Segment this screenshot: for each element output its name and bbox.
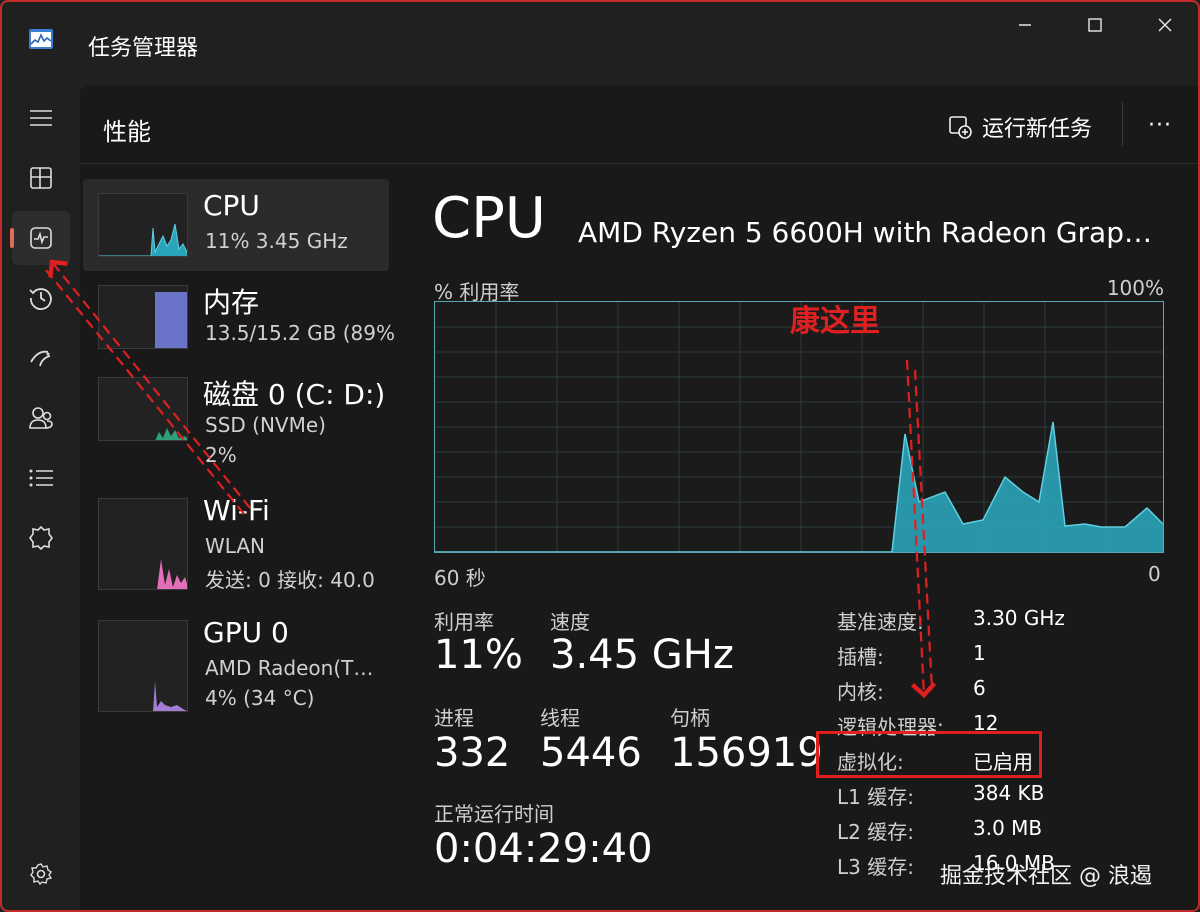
cpu-model-name: AMD Ryzen 5 6600H with Radeon Graphics — [578, 216, 1168, 249]
device-detail: 13.5/15.2 GB (89% — [205, 321, 395, 345]
spec-value: 1 — [973, 641, 986, 665]
watermark: 掘金技术社区 @ 浪遏 — [940, 864, 1152, 889]
minimize-icon — [1019, 24, 1031, 26]
spec-label: L3 缓存: — [837, 855, 914, 879]
nav-settings[interactable] — [12, 847, 70, 901]
page-title: 性能 — [103, 118, 151, 146]
maximize-button[interactable] — [1072, 10, 1118, 40]
spec-value: 3.30 GHz — [973, 606, 1065, 630]
services-icon — [29, 525, 53, 551]
active-indicator — [10, 228, 14, 248]
threads-label: 线程 — [540, 706, 580, 730]
graph-time-label: 60 秒 — [434, 566, 486, 590]
nav-processes[interactable] — [12, 151, 70, 205]
utilization-max-label: 100% — [1106, 276, 1164, 300]
close-icon — [1158, 18, 1172, 32]
wifi-thumbnail-graph — [98, 498, 188, 590]
page-header: 性能 运行新任务 ··· — [80, 86, 1198, 164]
device-detail: 2% — [205, 443, 237, 467]
device-detail: AMD Radeon(T… — [205, 656, 374, 680]
spec-label: L2 缓存: — [837, 820, 914, 844]
device-detail: WLAN — [205, 534, 266, 558]
spec-label: L1 缓存: — [837, 785, 914, 809]
nav-users[interactable] — [12, 391, 70, 445]
device-detail: SSD (NVMe) — [205, 413, 326, 437]
more-options-button[interactable]: ··· — [1138, 106, 1182, 144]
processes-value: 332 — [434, 730, 511, 776]
close-button[interactable] — [1142, 10, 1188, 40]
nav-details[interactable] — [12, 451, 70, 505]
uptime-value: 0:04:29:40 — [434, 826, 653, 872]
uptime-label: 正常运行时间 — [434, 802, 554, 826]
graph-zero-label: 0 — [1148, 562, 1161, 586]
task-manager-icon — [29, 29, 53, 49]
device-name: 内存 — [203, 286, 260, 319]
utilization-value: 11% — [434, 632, 523, 678]
disk-thumbnail-graph — [98, 377, 188, 441]
device-detail: 11% 3.45 GHz — [205, 229, 348, 253]
speed-label: 速度 — [550, 610, 590, 634]
device-name: 磁盘 0 (C: D:) — [203, 378, 386, 411]
more-options-icon: ··· — [1148, 112, 1172, 138]
spec-label: 插槽: — [837, 645, 884, 669]
nav-performance[interactable] — [10, 211, 70, 265]
device-item-disk[interactable]: 磁盘 0 (C: D:) SSD (NVMe) 2% — [83, 363, 389, 467]
maximize-icon — [1088, 18, 1102, 32]
nav-app-history[interactable] — [12, 271, 70, 325]
device-detail: 4% (34 °C) — [205, 686, 315, 710]
run-new-task-label: 运行新任务 — [982, 117, 1093, 142]
settings-icon — [30, 863, 53, 886]
device-item-wifi[interactable]: Wi-Fi WLAN 发送: 0 接收: 40.0 — [83, 484, 389, 592]
spec-label: 内核: — [837, 680, 884, 704]
performance-icon — [30, 227, 52, 249]
device-item-gpu[interactable]: GPU 0 AMD Radeon(T… 4% (34 °C) — [83, 606, 389, 712]
startup-apps-icon — [30, 350, 51, 367]
hamburger-menu-icon — [30, 110, 52, 126]
nav-sidebar — [2, 82, 80, 910]
device-name: Wi-Fi — [203, 494, 270, 527]
threads-value: 5446 — [540, 730, 642, 776]
title-bar[interactable]: 任务管理器 — [2, 2, 1198, 82]
app-title: 任务管理器 — [88, 36, 199, 61]
memory-thumbnail-graph — [98, 285, 188, 349]
utilization-label: 利用率 — [434, 610, 494, 634]
spec-value: 384 KB — [973, 781, 1045, 805]
device-item-cpu[interactable]: CPU 11% 3.45 GHz — [83, 179, 389, 271]
nav-startup-apps[interactable] — [12, 331, 70, 385]
handles-label: 句柄 — [670, 706, 710, 730]
spec-value: 6 — [973, 676, 986, 700]
annotation-note: 康这里 — [790, 304, 880, 339]
spec-label: 基准速度: — [837, 610, 924, 634]
header-divider — [1122, 102, 1123, 146]
speed-value: 3.45 GHz — [550, 632, 734, 678]
nav-services[interactable] — [12, 511, 70, 565]
run-new-task-button[interactable]: 运行新任务 — [948, 110, 1092, 144]
detail-title: CPU — [432, 186, 546, 251]
users-icon — [29, 407, 53, 429]
details-icon — [29, 469, 53, 487]
spec-value: 3.0 MB — [973, 816, 1043, 840]
hamburger-menu-button[interactable] — [12, 91, 70, 145]
app-history-icon — [29, 288, 52, 310]
cpu-thumbnail-graph — [98, 193, 188, 257]
gpu-thumbnail-graph — [98, 620, 188, 712]
cpu-detail-pane: CPU AMD Ryzen 5 6600H with Radeon Graphi… — [432, 176, 1198, 910]
minimize-button[interactable] — [1002, 10, 1048, 40]
device-detail: 发送: 0 接收: 40.0 — [205, 568, 375, 592]
handles-value: 156919 — [670, 730, 823, 776]
device-name: GPU 0 — [203, 616, 289, 649]
device-item-memory[interactable]: 内存 13.5/15.2 GB (89% — [83, 271, 395, 363]
processes-icon — [30, 167, 52, 189]
main-panel: 性能 运行新任务 ··· CPU 11% 3.45 GHz 内存 13.5/15… — [80, 86, 1198, 910]
device-name: CPU — [203, 189, 260, 222]
new-task-icon — [949, 116, 972, 139]
virtualization-highlight-box — [816, 731, 1042, 778]
processes-label: 进程 — [434, 706, 474, 730]
